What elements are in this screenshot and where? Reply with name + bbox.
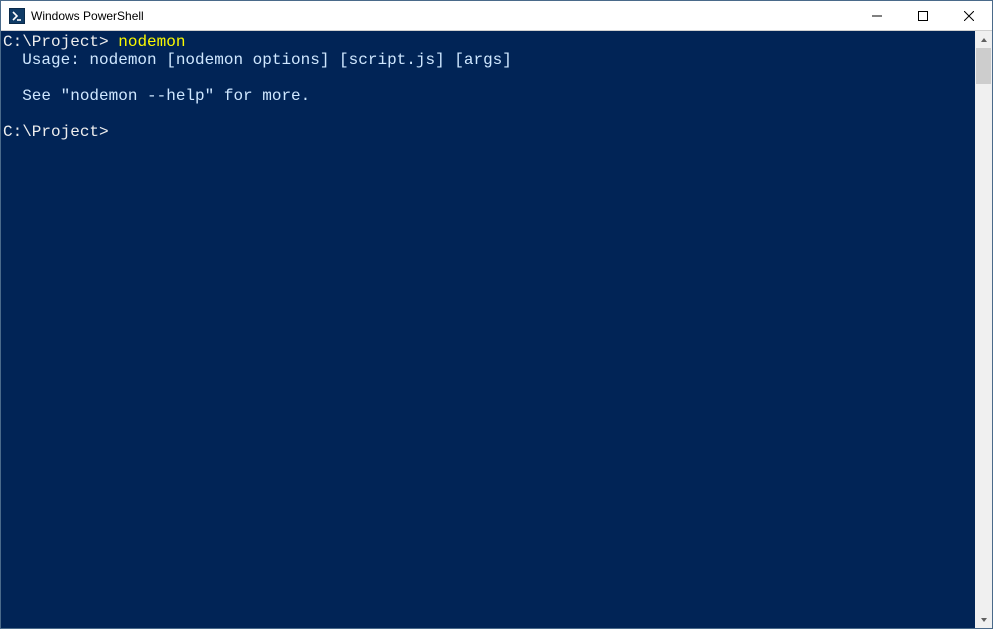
- window-controls: [854, 1, 992, 30]
- vertical-scrollbar[interactable]: [975, 31, 992, 628]
- terminal-line: Usage: nodemon [nodemon options] [script…: [1, 51, 975, 69]
- terminal-output[interactable]: C:\Project> nodemon Usage: nodemon [node…: [1, 31, 975, 628]
- terminal-line: C:\Project> nodemon: [1, 33, 975, 51]
- terminal-line: C:\Project>: [1, 123, 975, 141]
- terminal-line: [1, 105, 975, 123]
- prompt: C:\Project>: [3, 33, 109, 51]
- client-area: C:\Project> nodemon Usage: nodemon [node…: [1, 31, 992, 628]
- powershell-icon: [9, 8, 25, 24]
- close-button[interactable]: [946, 1, 992, 30]
- scroll-thumb[interactable]: [976, 48, 991, 84]
- scroll-down-button[interactable]: [975, 611, 992, 628]
- titlebar[interactable]: Windows PowerShell: [1, 1, 992, 31]
- window-title: Windows PowerShell: [31, 8, 144, 23]
- powershell-window: Windows PowerShell C:\Project> nodemon U…: [0, 0, 993, 629]
- minimize-button[interactable]: [854, 1, 900, 30]
- command: nodemon: [118, 33, 185, 51]
- maximize-button[interactable]: [900, 1, 946, 30]
- scroll-up-button[interactable]: [975, 31, 992, 48]
- terminal-line: See "nodemon --help" for more.: [1, 87, 975, 105]
- output-text: Usage: nodemon [nodemon options] [script…: [3, 51, 512, 69]
- output-text: See "nodemon --help" for more.: [3, 87, 310, 105]
- terminal-line: [1, 69, 975, 87]
- prompt: C:\Project>: [3, 123, 109, 141]
